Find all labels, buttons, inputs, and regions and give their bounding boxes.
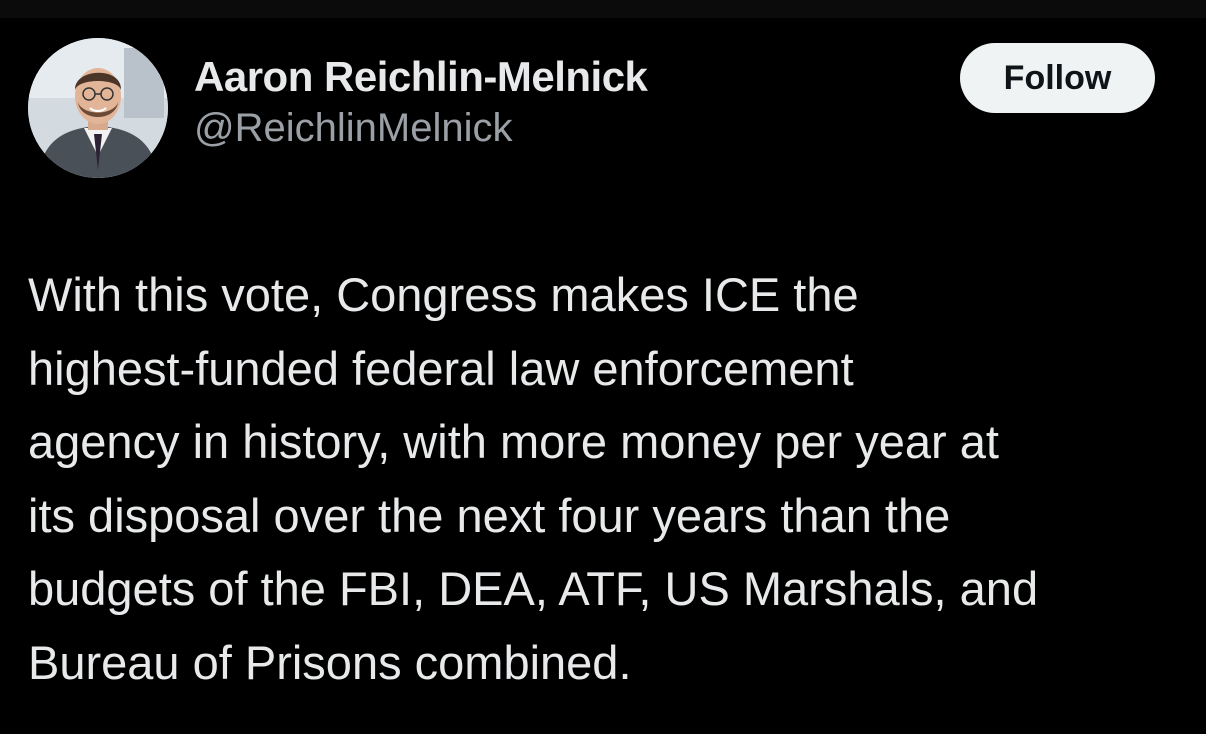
display-name[interactable]: Aaron Reichlin-Melnick bbox=[194, 52, 648, 102]
profile-photo-icon bbox=[28, 38, 168, 178]
avatar[interactable] bbox=[28, 38, 168, 178]
tweet-header: Aaron Reichlin-Melnick @ReichlinMelnick … bbox=[28, 38, 1178, 180]
follow-button[interactable]: Follow bbox=[960, 43, 1155, 113]
user-info: Aaron Reichlin-Melnick @ReichlinMelnick bbox=[194, 52, 648, 154]
user-handle[interactable]: @ReichlinMelnick bbox=[194, 102, 647, 154]
tweet-text-line: Bureau of Prisons combined. bbox=[28, 635, 632, 689]
tweet-text-line: its disposal over the next four years th… bbox=[28, 488, 951, 542]
tweet-card: Aaron Reichlin-Melnick @ReichlinMelnick … bbox=[0, 0, 1206, 734]
tweet-text: With this vote, Congress makes ICE the h… bbox=[28, 258, 1188, 699]
tweet-text-line: With this vote, Congress makes ICE the bbox=[28, 268, 859, 321]
tweet-text-line: budgets of the FBI, DEA, ATF, US Marshal… bbox=[28, 562, 1039, 615]
tweet-text-line: agency in history, with more money per y… bbox=[28, 415, 999, 468]
tweet-text-line: highest-funded federal law enforcement bbox=[28, 341, 854, 395]
